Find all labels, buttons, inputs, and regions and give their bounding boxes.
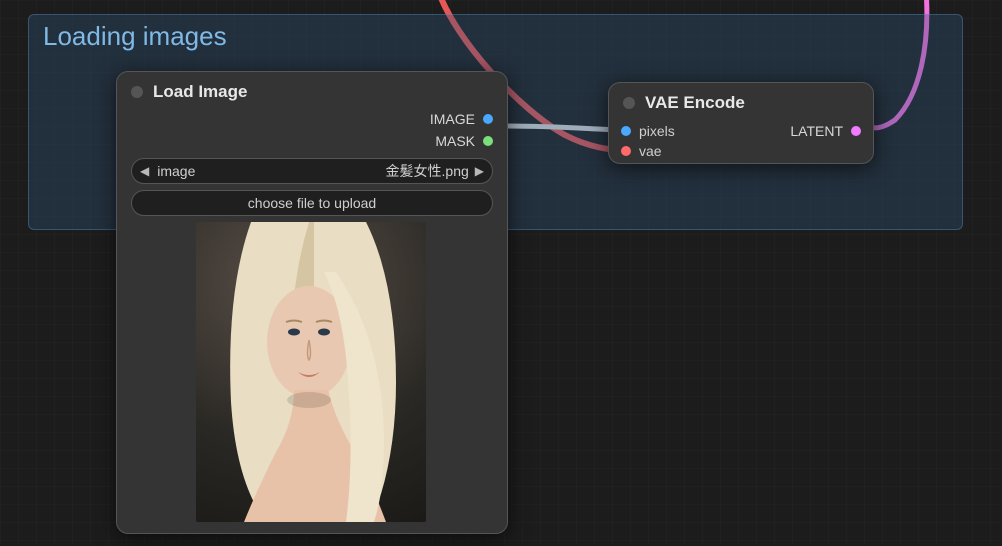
input-label-pixels: pixels [639,123,675,139]
upload-button-label: choose file to upload [248,195,376,211]
input-row-pixels: pixels [621,123,741,139]
output-row-mask: MASK [117,130,507,152]
node-title: VAE Encode [645,93,745,113]
collapse-dot-icon[interactable] [623,97,635,109]
image-filename-widget[interactable]: ◀ image 金髪女性.png ▶ [131,158,493,184]
node-header[interactable]: VAE Encode [609,83,873,119]
node-vae-encode[interactable]: VAE Encode pixels vae LATENT [608,82,874,164]
group-title[interactable]: Loading images [29,15,962,58]
chevron-right-icon[interactable]: ▶ [475,164,484,178]
input-row-vae: vae [621,143,741,159]
node-header[interactable]: Load Image [117,72,507,108]
node-title: Load Image [153,82,247,102]
preview-image [196,222,426,522]
output-label-mask: MASK [435,133,475,149]
output-row-latent: LATENT [790,123,861,139]
output-label-latent: LATENT [790,123,843,139]
output-row-image: IMAGE [117,108,507,130]
collapse-dot-icon[interactable] [131,86,143,98]
widget-label: image [157,163,195,179]
input-port-pixels[interactable] [621,126,631,136]
image-preview [131,222,491,522]
output-label-image: IMAGE [430,111,475,127]
upload-button[interactable]: choose file to upload [131,190,493,216]
chevron-left-icon[interactable]: ◀ [140,164,149,178]
input-port-vae[interactable] [621,146,631,156]
output-port-image[interactable] [483,114,493,124]
input-label-vae: vae [639,143,662,159]
output-port-latent[interactable] [851,126,861,136]
output-port-mask[interactable] [483,136,493,146]
node-load-image[interactable]: Load Image IMAGE MASK ◀ image 金髪女性.png ▶… [116,71,508,534]
widget-value: 金髪女性.png [386,161,469,181]
